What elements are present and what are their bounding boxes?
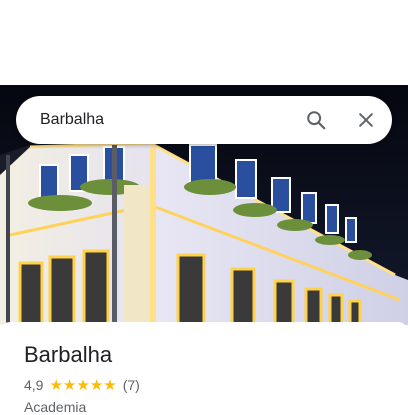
close-icon[interactable]	[346, 100, 386, 140]
review-count[interactable]: (7)	[123, 377, 140, 393]
star-icon: ★	[103, 376, 117, 394]
place-category: Academia	[24, 399, 87, 415]
place-info-sheet[interactable]: Barbalha 4,9 ★ ★ ★ ★ ★ (7) Academia	[0, 322, 408, 415]
search-icon[interactable]	[296, 100, 336, 140]
top-blank-area	[0, 0, 408, 85]
star-icon: ★	[62, 376, 77, 394]
star-icon: ★	[49, 376, 63, 394]
place-title: Barbalha	[24, 342, 113, 367]
rating-stars: ★ ★ ★ ★ ★	[49, 378, 116, 393]
rating-value: 4,9	[24, 377, 44, 393]
rating-row[interactable]: 4,9 ★ ★ ★ ★ ★ (7)	[24, 377, 140, 393]
search-bar[interactable]: Barbalha	[16, 96, 392, 144]
star-icon: ★	[76, 376, 90, 394]
search-query[interactable]: Barbalha	[40, 111, 296, 129]
star-icon: ★	[89, 376, 104, 394]
